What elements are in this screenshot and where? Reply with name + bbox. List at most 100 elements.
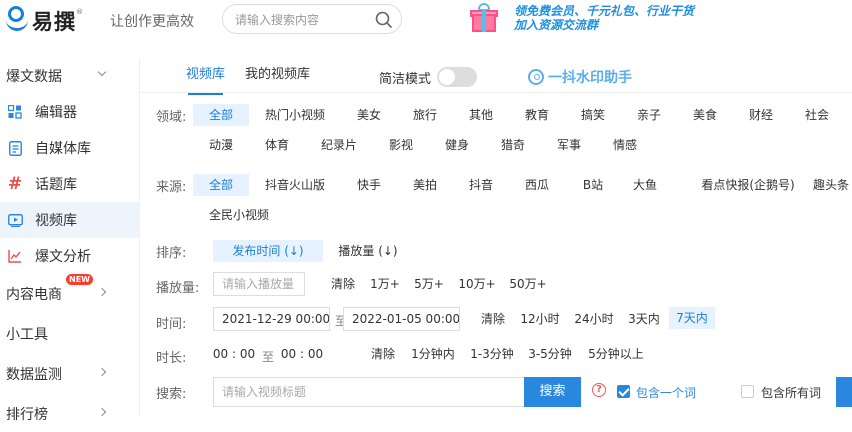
duration-clear[interactable]: 清除 <box>366 343 400 365</box>
contains-one-word-checkbox[interactable] <box>617 385 630 398</box>
registered-mark: ® <box>76 8 83 16</box>
source-chip[interactable]: 大鱼 <box>624 174 666 196</box>
promo-line-1: 领免费会员、千元礼包、行业干货 <box>514 4 695 18</box>
domain-chip[interactable]: 美女 <box>348 104 390 126</box>
promo-banner[interactable]: 领免费会员、千元礼包、行业干货 加入资源交流群 <box>468 2 694 34</box>
domain-chip[interactable]: 社会 <box>796 104 838 126</box>
sidebar-item-label: 排行榜 <box>6 407 48 423</box>
domain-chip[interactable]: 亲子 <box>628 104 670 126</box>
domain-chip[interactable]: 军事 <box>548 134 590 156</box>
document-icon <box>7 140 23 156</box>
sidebar-item-editor[interactable]: 编辑器 <box>0 94 140 130</box>
domain-chip[interactable]: 财经 <box>740 104 782 126</box>
time-option[interactable]: 3天内 <box>624 308 664 330</box>
sidebar-item-article-analysis[interactable]: 爆文分析 <box>0 238 140 274</box>
contains-all-words-label[interactable]: 包含所有词 <box>761 384 821 401</box>
source-chip[interactable]: 快手 <box>348 174 390 196</box>
duration-option[interactable]: 1分钟内 <box>408 343 458 365</box>
gift-icon <box>468 2 500 34</box>
plays-option[interactable]: 50万+ <box>506 273 550 295</box>
time-option[interactable]: 7天内 <box>669 307 715 329</box>
domain-chip[interactable]: 体育 <box>256 134 298 156</box>
plays-option[interactable]: 10万+ <box>454 273 500 295</box>
plays-input[interactable] <box>213 272 305 296</box>
sidebar-item-media-library[interactable]: 自媒体库 <box>0 130 140 166</box>
help-icon[interactable]: ? <box>592 383 606 397</box>
source-chip[interactable]: 全部 <box>193 174 249 196</box>
new-badge: NEW <box>66 274 93 285</box>
search-input[interactable] <box>235 10 375 30</box>
duration-from-input[interactable]: 00 : 00 <box>210 343 258 365</box>
domain-chip[interactable]: 猎奇 <box>492 134 534 156</box>
domain-chip[interactable]: 全部 <box>193 104 249 126</box>
domain-chip[interactable]: 情感 <box>604 134 646 156</box>
time-label: 时间: <box>156 317 187 332</box>
chevron-right-icon <box>97 287 107 297</box>
source-chip[interactable]: 抖音 <box>460 174 502 196</box>
plays-option[interactable]: 5万+ <box>410 273 448 295</box>
domain-chip[interactable]: 其他 <box>460 104 502 126</box>
time-option[interactable]: 24小时 <box>570 308 618 330</box>
source-chip[interactable]: 美拍 <box>404 174 446 196</box>
source-filter-label: 来源: <box>156 180 187 195</box>
sidebar-item-monitoring[interactable]: 数据监测 <box>0 356 140 392</box>
source-chip[interactable]: 抖音火山版 <box>258 174 332 196</box>
end-time-input[interactable] <box>343 307 460 331</box>
sidebar-item-label: 视频库 <box>35 213 77 229</box>
sort-by-plays[interactable]: 播放量 (↓) <box>332 240 404 262</box>
source-chip[interactable]: B站 <box>572 174 614 196</box>
sidebar-item-label: 自媒体库 <box>35 141 91 157</box>
contains-all-words-checkbox[interactable] <box>741 385 754 398</box>
video-title-search-input[interactable] <box>213 377 525 407</box>
simple-mode-toggle[interactable] <box>437 67 478 87</box>
logo[interactable]: 易撰 ® <box>6 6 83 36</box>
source-chip[interactable]: 趣头条 <box>810 174 852 196</box>
duration-option[interactable]: 5分钟以上 <box>584 343 648 365</box>
duration-option[interactable]: 3-5分钟 <box>524 343 576 365</box>
sidebar-item-topics[interactable]: # 话题库 <box>0 166 140 202</box>
plays-label: 播放量: <box>156 281 200 296</box>
plays-option[interactable]: 1万+ <box>366 273 404 295</box>
domain-chip[interactable]: 教育 <box>516 104 558 126</box>
domain-filter-label: 领域: <box>156 110 187 125</box>
query-label: 搜索: <box>156 387 187 402</box>
domain-chip[interactable]: 纪录片 <box>312 134 366 156</box>
duration-option[interactable]: 1-3分钟 <box>466 343 518 365</box>
domain-chip[interactable]: 热门小视频 <box>258 104 332 126</box>
search-button[interactable]: 搜索 <box>524 377 581 407</box>
sidebar-item-video-library[interactable]: 视频库 <box>0 202 140 238</box>
contains-one-word-label[interactable]: 包含一个词 <box>636 384 696 401</box>
plays-clear[interactable]: 清除 <box>326 273 360 295</box>
source-chip[interactable]: 全民小视频 <box>200 204 278 226</box>
sidebar-item-ecommerce[interactable]: 内容电商 NEW <box>0 274 140 312</box>
tab-video-library[interactable]: 视频库 <box>186 64 225 95</box>
tab-my-video-library[interactable]: 我的视频库 <box>245 64 310 88</box>
domain-chip[interactable]: 动漫 <box>200 134 242 156</box>
source-chip[interactable]: 西瓜 <box>516 174 558 196</box>
time-option[interactable]: 12小时 <box>516 308 564 330</box>
domain-chip[interactable]: 健身 <box>436 134 478 156</box>
domain-chip[interactable]: 影视 <box>380 134 422 156</box>
tabs-divider <box>140 92 852 93</box>
sort-by-publish-time[interactable]: 发布时间 (↓) <box>213 240 323 262</box>
duration-to-input[interactable]: 00 : 00 <box>278 343 326 365</box>
start-time-input[interactable] <box>213 307 330 331</box>
hashtag-icon: # <box>7 174 23 194</box>
global-search <box>222 4 402 34</box>
clipped-action-button[interactable] <box>836 377 852 407</box>
domain-chip[interactable]: 美食 <box>684 104 726 126</box>
sidebar-item-tools[interactable]: 小工具 <box>0 316 140 352</box>
sidebar-item-label: 数据监测 <box>6 367 62 383</box>
domain-chip[interactable]: 旅行 <box>404 104 446 126</box>
source-chip[interactable]: 看点快报(企鹅号) <box>684 174 812 196</box>
watermark-helper-icon <box>528 69 544 85</box>
time-clear[interactable]: 清除 <box>476 308 510 330</box>
search-icon[interactable] <box>375 11 393 29</box>
sidebar-item-hot-articles[interactable]: 爆文数据 <box>0 58 140 94</box>
sidebar: 爆文数据 编辑器 自媒体库 # 话题库 视频库 爆文分析 内容电商 NEW 小工… <box>0 58 140 423</box>
sidebar-item-rankings[interactable]: 排行榜 <box>0 396 140 432</box>
domain-chip[interactable]: 搞笑 <box>572 104 614 126</box>
duration-separator: 至 <box>262 350 275 364</box>
watermark-helper-link[interactable]: 一抖水印助手 <box>528 67 632 87</box>
chart-icon <box>7 248 23 264</box>
